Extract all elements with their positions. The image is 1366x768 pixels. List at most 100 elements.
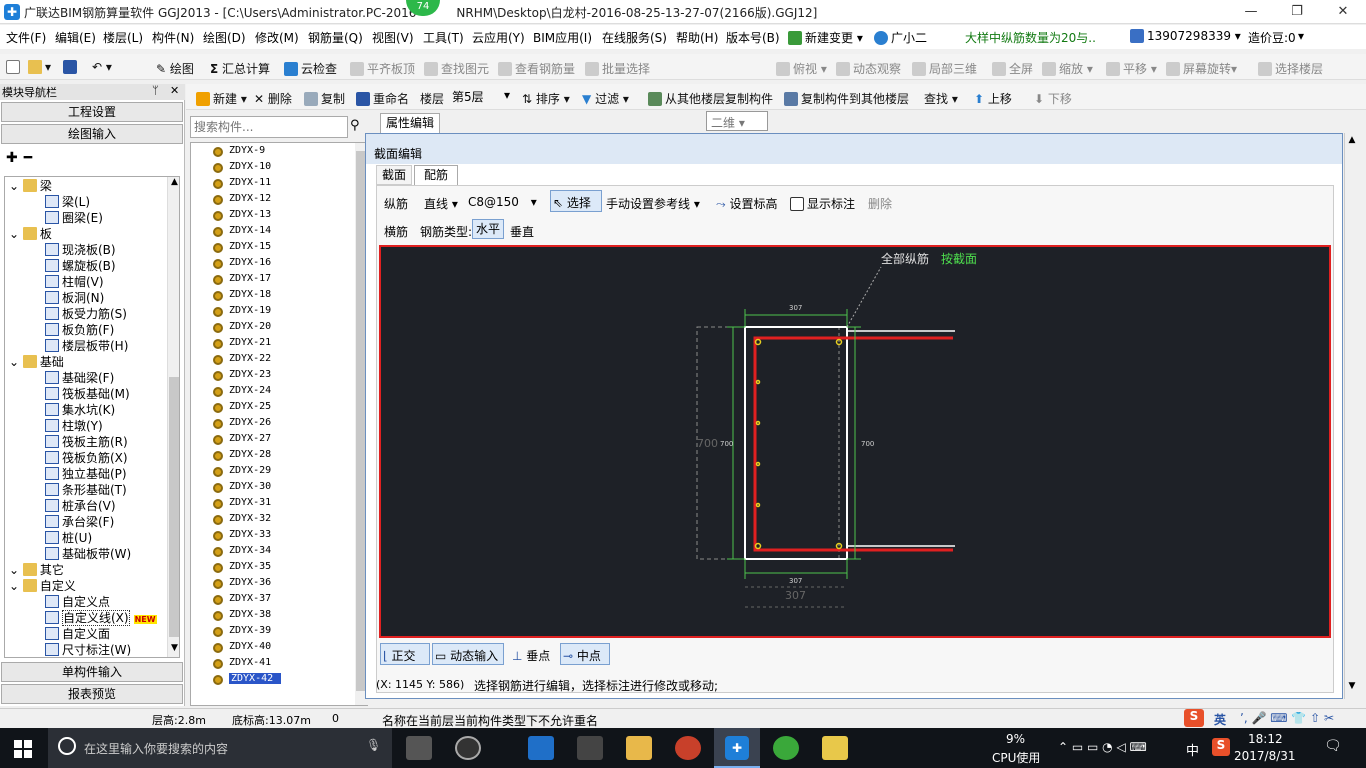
tree-item[interactable]: 板负筋(F) (45, 322, 114, 338)
tree-item[interactable]: 板受力筋(S) (45, 306, 127, 322)
vertical-toggle[interactable]: 垂直 (510, 223, 534, 240)
save-icon[interactable] (63, 60, 80, 74)
component-list-item[interactable]: ZDYX-16 (213, 257, 271, 269)
component-list-item[interactable]: ZDYX-27 (213, 433, 271, 445)
component-list-item[interactable]: ZDYX-37 (213, 593, 271, 605)
open-folder-icon[interactable]: ▾ (28, 60, 51, 74)
tree-item[interactable]: 基础板带(W) (45, 546, 131, 562)
rebar-point[interactable] (755, 502, 761, 508)
microphone-icon[interactable]: 🎙 (366, 738, 381, 752)
menu-component[interactable]: 构件(N) (152, 29, 194, 46)
component-list-item[interactable]: ZDYX-12 (213, 193, 271, 205)
clock-time[interactable]: 18:12 (1248, 732, 1283, 746)
component-list-item[interactable]: ZDYX-28 (213, 449, 271, 461)
menu-tools[interactable]: 工具(T) (423, 29, 464, 46)
label-by-section[interactable]: 按截面 (941, 252, 977, 266)
view-rebar-button[interactable]: 查看钢筋量 (498, 60, 575, 77)
tree-item[interactable]: 基础梁(F) (45, 370, 114, 386)
menu-view[interactable]: 视图(V) (372, 29, 414, 46)
menu-help[interactable]: 帮助(H) (676, 29, 718, 46)
fullscreen-button[interactable]: 全屏 (992, 60, 1033, 77)
top-view-button[interactable]: 俯视 ▾ (776, 60, 827, 77)
component-list-item[interactable]: ZDYX-20 (213, 321, 271, 333)
menu-bim[interactable]: BIM应用(I) (533, 29, 592, 46)
menu-rebar-qty[interactable]: 钢筋量(Q) (308, 29, 363, 46)
sort-button[interactable]: ⇅ 排序 ▾ (522, 90, 570, 107)
store-icon[interactable] (577, 736, 603, 760)
long-bar-button[interactable]: 纵筋 (384, 195, 408, 212)
menu-edit[interactable]: 编辑(E) (55, 29, 96, 46)
component-list-item[interactable]: ZDYX-40 (213, 641, 271, 653)
active-app-tab[interactable]: ✚ (714, 728, 760, 768)
component-list-item[interactable]: ZDYX-23 (213, 369, 271, 381)
sogou-tray-icon[interactable]: S (1212, 738, 1230, 756)
expand-chevron-icon[interactable]: ⌄ (9, 227, 23, 241)
tree-item[interactable]: 桩承台(V) (45, 498, 116, 514)
component-list-item[interactable]: ZDYX-26 (213, 417, 271, 429)
tree-item[interactable]: 板洞(N) (45, 290, 104, 306)
local-3d-button[interactable]: 局部三维 (912, 60, 977, 77)
expand-chevron-icon[interactable]: ⌄ (9, 179, 23, 193)
menu-floor[interactable]: 楼层(L) (103, 29, 143, 46)
delete-button[interactable]: ✕ 删除 (254, 90, 292, 107)
expand-chevron-icon[interactable]: ⌄ (9, 563, 23, 577)
show-label-button[interactable]: 显示标注 (790, 195, 855, 212)
component-list-item[interactable]: ZDYX-33 (213, 529, 271, 541)
rebar-point[interactable] (755, 379, 761, 385)
screen-rotate-button[interactable]: 屏幕旋转▾ (1166, 60, 1237, 77)
component-list-item[interactable]: ZDYX-30 (213, 481, 271, 493)
tree-item[interactable]: 桩(U) (45, 530, 92, 546)
menu-online[interactable]: 在线服务(S) (602, 29, 667, 46)
rebar-points[interactable] (754, 338, 843, 550)
pan-button[interactable]: 平移 ▾ (1106, 60, 1157, 77)
rebar-point[interactable] (755, 420, 761, 426)
move-down-button[interactable]: ⬇ 下移 (1034, 90, 1072, 107)
component-list-item[interactable]: ZDYX-13 (213, 209, 271, 221)
zoom-button[interactable]: 缩放 ▾ (1042, 60, 1093, 77)
tree-item[interactable]: 梁(L) (45, 194, 90, 210)
midpoint-snap-button[interactable]: ⊸ 中点 (560, 643, 610, 665)
copy-from-floor-button[interactable]: 从其他楼层复制构件 (648, 90, 773, 107)
close-button[interactable]: ✕ (1320, 0, 1366, 24)
app-swirl-icon[interactable] (455, 736, 481, 760)
set-elevation-button[interactable]: ⤳ 设置标高 (716, 195, 777, 212)
ime-tools-icon[interactable]: ʼ, 🎤 ⌨ 👕 ⇧ ✂ (1240, 711, 1334, 725)
line-mode-select[interactable]: 直线 ▾ (424, 195, 458, 212)
sum-calc-button[interactable]: Σ 汇总计算 (210, 60, 270, 77)
ortho-button[interactable]: ⌊ 正交 (380, 643, 430, 665)
expand-all-icon[interactable]: ✚ ━ (6, 150, 32, 166)
lang-indicator[interactable]: 中 (1186, 740, 1199, 759)
tree-item[interactable]: 自定义点 (45, 594, 110, 610)
search-input[interactable] (194, 118, 344, 136)
component-list-item[interactable]: ZDYX-11 (213, 177, 271, 189)
horizontal-toggle[interactable]: 水平 (472, 219, 504, 239)
component-list-item[interactable]: ZDYX-17 (213, 273, 271, 285)
rebar-point[interactable] (754, 338, 762, 346)
rename-button[interactable]: 重命名 (356, 90, 409, 107)
cloud-check-button[interactable]: 云检查 (284, 60, 337, 77)
task-view-icon[interactable] (406, 736, 432, 760)
editor-scrollbar[interactable]: ▲ ▼ (1344, 133, 1358, 699)
rebar-point[interactable] (755, 461, 761, 467)
batch-select-button[interactable]: 批量选择 (585, 60, 650, 77)
draw-button[interactable]: ✎ 绘图 (156, 60, 194, 77)
tree-item[interactable]: 自定义面 (45, 626, 110, 642)
floor-select[interactable]: 第5层 ▾ (448, 86, 514, 106)
component-list-item[interactable]: ZDYX-22 (213, 353, 271, 365)
minimize-button[interactable]: — (1228, 0, 1274, 24)
move-up-button[interactable]: ⬆ 上移 (974, 90, 1012, 107)
new-file-icon[interactable] (6, 60, 23, 74)
spec-select[interactable]: C8@150 ▾ (468, 195, 537, 209)
ime-mode[interactable]: 英 (1214, 711, 1226, 728)
tab-section[interactable]: 截面 (376, 165, 412, 185)
tree-item[interactable]: 集水坑(K) (45, 402, 115, 418)
user-account[interactable]: 13907298339 ▾ (1130, 29, 1241, 43)
component-list-item[interactable]: ZDYX-34 (213, 545, 271, 557)
windows-start-icon[interactable] (14, 740, 32, 758)
tree-folder[interactable]: ⌄ 自定义 (9, 578, 76, 594)
menu-cloud[interactable]: 云应用(Y) (472, 29, 525, 46)
draw-input-button[interactable]: 绘图输入 (1, 124, 183, 144)
component-list-item[interactable]: ZDYX-42 (213, 673, 282, 685)
select-floor-button[interactable]: 选择楼层 (1258, 60, 1323, 77)
dynamic-observe-button[interactable]: 动态观察 (836, 60, 901, 77)
